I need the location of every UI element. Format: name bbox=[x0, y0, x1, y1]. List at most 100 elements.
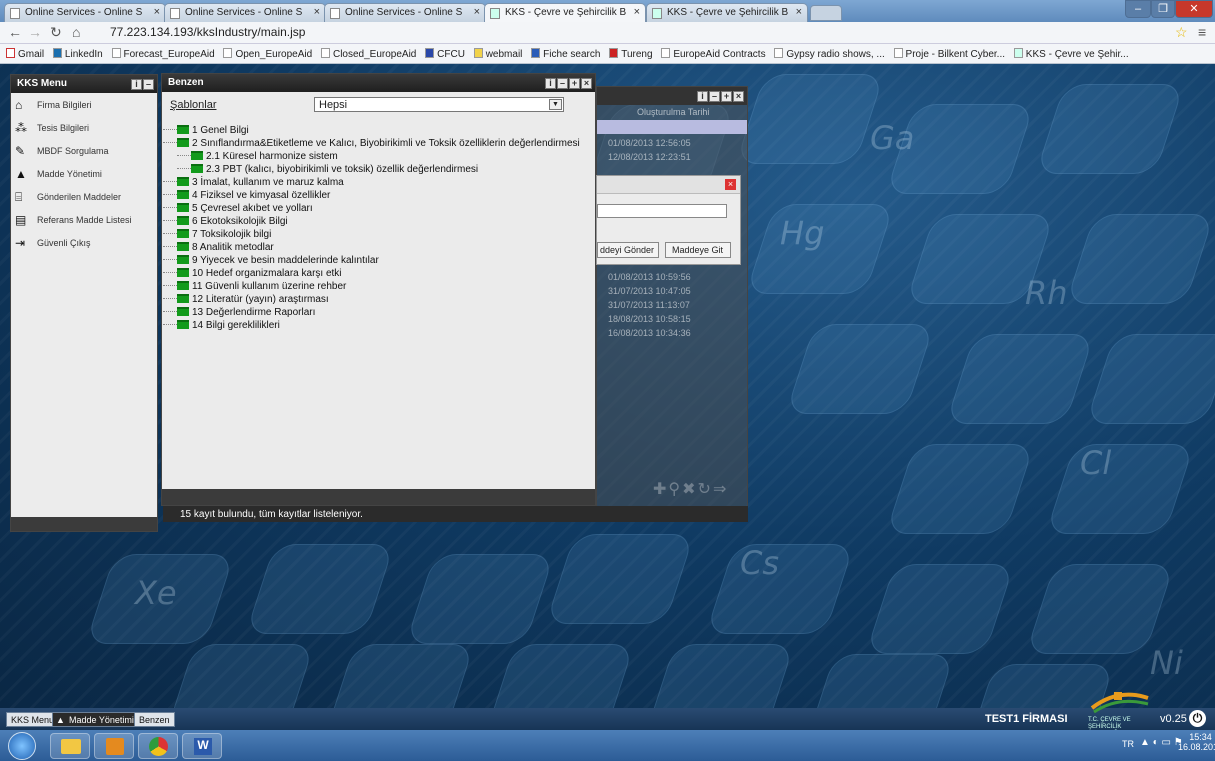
tureng-icon bbox=[609, 48, 619, 58]
tree-node[interactable]: 13 Değerlendirme Raporları bbox=[163, 307, 580, 320]
bookmark[interactable]: CFCU bbox=[425, 44, 465, 60]
bookmark[interactable]: webmail bbox=[473, 44, 522, 60]
table-row[interactable]: 01/08/2013 12:56:05 bbox=[600, 136, 746, 149]
folder-icon bbox=[191, 164, 203, 173]
explorer-icon[interactable] bbox=[50, 733, 90, 759]
reload-icon[interactable]: ↻ bbox=[50, 24, 62, 41]
factory-icon: ⌂ bbox=[15, 98, 23, 112]
tree-node[interactable]: 12 Literatür (yayın) araştırması bbox=[163, 294, 580, 307]
tray-icons[interactable]: ▲ ◐ ▭ ⚑ bbox=[1140, 737, 1183, 748]
new-tab-button[interactable] bbox=[810, 5, 842, 21]
home-icon[interactable]: ⌂ bbox=[72, 24, 80, 40]
minimize-icon[interactable]: – bbox=[557, 78, 568, 89]
browser-tab-active[interactable]: KKS - Çevre ve Şehircilik B × bbox=[484, 3, 646, 22]
table-row[interactable]: 01/08/2013 10:59:56 bbox=[600, 270, 746, 283]
bookmark[interactable]: Forecast_EuropeAid bbox=[111, 44, 215, 60]
tree-node[interactable]: 9 Yiyecek ve besin maddelerinde kalıntıl… bbox=[163, 255, 580, 268]
taskbar-item-benzen[interactable]: Benzen bbox=[134, 712, 175, 727]
close-window-button[interactable]: ✕ bbox=[1175, 0, 1213, 18]
bookmark[interactable]: Proje - Bilkent Cyber... bbox=[893, 44, 1005, 60]
bookmark[interactable]: Fiche search bbox=[531, 44, 600, 60]
sidebar-item-referans[interactable]: ▤ Referans Madde Listesi bbox=[11, 210, 157, 233]
close-icon[interactable]: × bbox=[733, 91, 744, 102]
minimize-window-button[interactable]: – bbox=[1125, 0, 1151, 18]
tree-node[interactable]: 6 Ekotoksikolojik Bilgi bbox=[163, 216, 580, 229]
column-header[interactable]: Oluşturulma Tarihi bbox=[597, 105, 747, 119]
clock[interactable]: 15:34 16.08.2013 bbox=[1178, 732, 1215, 752]
tree-node[interactable]: 4 Fiziksel ve kimyasal özellikler bbox=[163, 190, 580, 203]
maximize-icon[interactable]: + bbox=[569, 78, 580, 89]
tree-node[interactable]: 3 İmalat, kullanım ve maruz kalma bbox=[163, 177, 580, 190]
table-row[interactable]: 16/08/2013 10:34:36 bbox=[600, 326, 746, 339]
info-icon[interactable]: i bbox=[545, 78, 556, 89]
close-icon[interactable]: × bbox=[474, 6, 480, 18]
start-button[interactable] bbox=[8, 732, 36, 760]
browser-tab[interactable]: Online Services - Online S × bbox=[324, 3, 486, 22]
bookmark[interactable]: Gypsy radio shows, ... bbox=[774, 44, 885, 60]
table-row[interactable]: 18/08/2013 10:58:15 bbox=[600, 312, 746, 325]
tree-node[interactable]: 7 Toksikolojik bilgi bbox=[163, 229, 580, 242]
close-icon[interactable]: × bbox=[634, 6, 640, 18]
close-icon[interactable]: × bbox=[154, 6, 160, 18]
minimize-icon[interactable]: – bbox=[143, 79, 154, 90]
bookmark[interactable]: Tureng bbox=[609, 44, 653, 60]
taskbar-item-madde[interactable]: ▲ Madde Yönetimi bbox=[52, 712, 139, 727]
tree-node[interactable]: 5 Çevresel akıbet ve yolları bbox=[163, 203, 580, 216]
close-icon[interactable]: × bbox=[314, 6, 320, 18]
word-icon[interactable]: W bbox=[182, 733, 222, 759]
tree-node[interactable]: 11 Güvenli kullanım üzerine rehber bbox=[163, 281, 580, 294]
sidebar-item-mbdf[interactable]: ✎ MBDF Sorgulama bbox=[11, 141, 157, 164]
tree-node[interactable]: 8 Analitik metodlar bbox=[163, 242, 580, 255]
sablonlar-select[interactable]: Hepsi ▼ bbox=[314, 97, 564, 112]
bookmark[interactable]: Closed_EuropeAid bbox=[320, 44, 416, 60]
send-substance-button[interactable]: ddeyi Gönder bbox=[597, 242, 659, 258]
bookmark[interactable]: KKS - Çevre ve Şehir... bbox=[1013, 44, 1129, 60]
bookmark[interactable]: Open_EuropeAid bbox=[223, 44, 312, 60]
tree-node[interactable]: 1 Genel Bilgi bbox=[163, 125, 580, 138]
language-indicator[interactable]: TR bbox=[1122, 739, 1134, 749]
maximize-window-button[interactable]: ❐ bbox=[1151, 0, 1175, 18]
info-icon[interactable]: i bbox=[697, 91, 708, 102]
outlook-icon[interactable] bbox=[94, 733, 134, 759]
sidebar-item-gonderilen[interactable]: ⌸ Gönderilen Maddeler bbox=[11, 187, 157, 210]
element-label: Ga bbox=[870, 119, 915, 157]
list-toolbar-icons[interactable]: ✚⚲✖↻⇒ bbox=[653, 479, 743, 498]
tree-node[interactable]: 2 Sınıflandırma&Etiketleme ve Kalıcı, Bi… bbox=[163, 138, 580, 151]
sidebar-item-madde[interactable]: ▲ Madde Yönetimi bbox=[11, 164, 157, 187]
table-row[interactable]: 12/08/2013 12:23:51 bbox=[600, 150, 746, 163]
bookmark[interactable]: EuropeAid Contracts bbox=[661, 44, 766, 60]
tree-node[interactable]: 2.3 PBT (kalıcı, biyobirikimli ve toksik… bbox=[163, 164, 580, 177]
forward-icon[interactable]: → bbox=[28, 24, 42, 40]
power-icon[interactable]: ⏻ bbox=[1189, 710, 1206, 727]
sidebar-item-firma[interactable]: ⌂ Firma Bilgileri bbox=[11, 95, 157, 118]
menu-icon[interactable]: ≡ bbox=[1198, 24, 1206, 40]
folder-icon bbox=[177, 294, 189, 303]
close-icon[interactable]: × bbox=[725, 179, 736, 190]
minimize-icon[interactable]: – bbox=[709, 91, 720, 102]
sidebar-item-tesis[interactable]: ⁂ Tesis Bilgileri bbox=[11, 118, 157, 141]
table-row[interactable]: 31/07/2013 10:47:05 bbox=[600, 284, 746, 297]
maximize-icon[interactable]: + bbox=[721, 91, 732, 102]
browser-tab[interactable]: Online Services - Online S × bbox=[164, 3, 326, 22]
folder-icon bbox=[177, 203, 189, 212]
tree-node[interactable]: 10 Hedef organizmalara karşı etki bbox=[163, 268, 580, 281]
chrome-icon[interactable] bbox=[138, 733, 178, 759]
bookmark[interactable]: Gmail bbox=[6, 44, 44, 60]
bookmark[interactable]: LinkedIn bbox=[52, 44, 103, 60]
browser-tab[interactable]: Online Services - Online S × bbox=[4, 3, 166, 22]
tree-node[interactable]: 2.1 Küresel harmonize sistem bbox=[163, 151, 580, 164]
dialog-input[interactable] bbox=[597, 204, 727, 218]
close-icon[interactable]: × bbox=[581, 78, 592, 89]
info-icon[interactable]: i bbox=[131, 79, 142, 90]
chevron-down-icon[interactable]: ▼ bbox=[549, 99, 562, 110]
selected-row[interactable] bbox=[597, 120, 747, 134]
goto-substance-button[interactable]: Maddeye Git bbox=[665, 242, 731, 258]
kks-favicon-icon bbox=[1013, 48, 1023, 58]
browser-tab[interactable]: KKS - Çevre ve Şehircilik B × bbox=[646, 3, 808, 22]
url-input[interactable]: 77.223.134.193/kksIndustry/main.jsp bbox=[92, 24, 1182, 42]
back-icon[interactable]: ← bbox=[8, 24, 22, 40]
close-icon[interactable]: × bbox=[796, 6, 802, 18]
table-row[interactable]: 31/07/2013 11:13:07 bbox=[600, 298, 746, 311]
tree-node[interactable]: 14 Bilgi gereklilikleri bbox=[163, 320, 580, 333]
sidebar-item-cikis[interactable]: ⇥ Güvenli Çıkış bbox=[11, 233, 157, 256]
